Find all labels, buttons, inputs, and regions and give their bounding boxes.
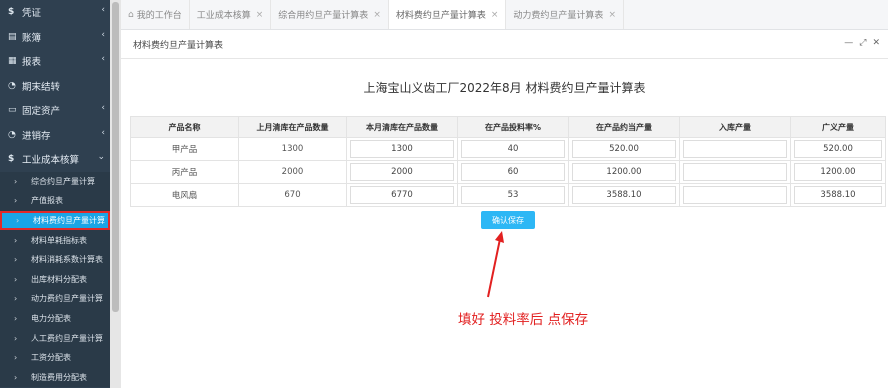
chevron-right-icon: › — [14, 333, 18, 343]
sidebar-subitem[interactable]: › 动力费约旦产量计算 — [0, 289, 110, 309]
tab-power[interactable]: 动力费约旦产量计算表 × — [506, 0, 624, 29]
chevron-left-icon: ‹ — [101, 29, 105, 40]
sidebar-item-fixed-assets[interactable]: ▭ 固定资产 ‹ — [0, 98, 110, 123]
chevron-down-icon: ⌄ — [97, 152, 105, 162]
sidebar: $ 凭证 ‹ ▤ 账簿 ‹ ▦ 报表 ‹ ◔ 期末结转 ▭ 固定资产 ‹ ◔ 进销存 ‹ $ 工业成本核… — [0, 0, 110, 388]
panel-title: 材料费约旦产量计算表 — [133, 40, 224, 51]
home-icon: ⌂ — [128, 9, 134, 20]
sidebar-subitem[interactable]: › 综合约旦产量计算 — [0, 172, 110, 192]
sidebar-subitem-label: 电力分配表 — [31, 313, 71, 323]
tab-material[interactable]: 材料费约旦产量计算表 × — [388, 0, 507, 29]
tab-industrial-cost[interactable]: 工业成本核算 × — [190, 0, 272, 29]
chevron-left-icon: ‹ — [101, 127, 105, 138]
chevron-right-icon: › — [14, 313, 18, 323]
annotation-text: 填好 投料率后 点保存 — [458, 312, 589, 328]
sidebar-item-period-end[interactable]: ◔ 期末结转 — [0, 74, 110, 99]
sidebar-subitem-label: 制造费用分配表 — [31, 372, 87, 382]
chevron-left-icon: ‹ — [101, 5, 105, 15]
chevron-right-icon: › — [14, 294, 18, 304]
sidebar-item-voucher[interactable]: $ 凭证 ‹ — [0, 0, 110, 25]
sidebar-item-label: 账簿 — [22, 32, 42, 44]
chevron-right-icon: › — [14, 176, 18, 186]
close-icon[interactable]: × — [256, 10, 264, 20]
sidebar-item-reports[interactable]: ▦ 报表 ‹ — [0, 49, 110, 74]
chevron-right-icon: › — [16, 215, 20, 225]
sidebar-subitem-label: 工资分配表 — [31, 353, 71, 363]
chevron-right-icon: › — [14, 235, 18, 245]
tab-label: 工业成本核算 — [196, 11, 251, 21]
sidebar-item-label: 固定资产 — [22, 106, 61, 118]
sidebar-subitem-label: 综合约旦产量计算 — [31, 176, 95, 186]
close-icon[interactable]: × — [608, 10, 616, 20]
ledger-icon: ▤ — [8, 31, 17, 42]
sidebar-subitem-label: 材料费约旦产量计算 — [33, 215, 105, 225]
tab-home[interactable]: ⌂ 我的工作台 — [121, 0, 190, 29]
dollar-icon: $ — [8, 7, 15, 18]
chevron-right-icon: › — [14, 353, 18, 363]
sidebar-subitem-label: 材料消耗系数计算表 — [31, 255, 103, 265]
tab-label: 我的工作台 — [136, 11, 182, 21]
tab-label: 动力费约旦产量计算表 — [513, 11, 604, 21]
chevron-left-icon: ‹ — [101, 54, 105, 64]
close-icon[interactable]: ✕ — [872, 38, 880, 48]
sidebar-subitem[interactable]: › 制造费用分配表 — [0, 367, 110, 387]
tab-label: 综合用约旦产量计算表 — [278, 11, 369, 21]
chevron-right-icon: › — [14, 274, 18, 284]
sidebar-subitem-label: 材料单耗指标表 — [31, 235, 87, 245]
sidebar-item-ledger[interactable]: ▤ 账簿 ‹ — [0, 25, 110, 50]
sidebar-item-label: 报表 — [22, 57, 42, 69]
sidebar-item-inventory[interactable]: ◔ 进销存 ‹ — [0, 123, 110, 148]
sidebar-item-label: 期末结转 — [22, 81, 61, 93]
panel-header: 材料费约旦产量计算表 — ⤢ ✕ — [121, 30, 888, 59]
tab-composite[interactable]: 综合用约旦产量计算表 × — [271, 0, 389, 29]
minimize-icon[interactable]: — — [844, 38, 853, 48]
dollar-icon: $ — [8, 154, 15, 165]
sidebar-subitem[interactable]: › 电力分配表 — [0, 309, 110, 329]
sidebar-subitem[interactable]: › 产值报表 — [0, 191, 110, 211]
tab-label: 材料费约旦产量计算表 — [395, 11, 486, 21]
sidebar-item-label: 凭证 — [22, 8, 42, 20]
tab-bar: ⌂ 我的工作台 工业成本核算 × 综合用约旦产量计算表 × 材料费约旦产量计算表 × 动… — [121, 0, 888, 30]
sidebar-subitem-active[interactable]: › 材料费约旦产量计算 — [0, 210, 110, 231]
sidebar-submenu: › 综合约旦产量计算 › 产值报表 › 材料费约旦产量计算 › 材料单耗指标表 › 材料消… — [0, 171, 110, 388]
clock-icon: ◔ — [8, 80, 16, 91]
sidebar-subitem[interactable]: › 人工费约旦产量计算 — [0, 328, 110, 348]
sidebar-subitem-label: 产值报表 — [31, 196, 63, 206]
close-icon[interactable]: × — [491, 10, 499, 20]
sidebar-subitem-label: 动力费约旦产量计算 — [31, 294, 103, 304]
chevron-right-icon: › — [14, 372, 18, 382]
chevron-left-icon: ‹ — [101, 103, 105, 113]
sidebar-subitem[interactable]: › 材料消耗系数计算表 — [0, 250, 110, 270]
close-icon[interactable]: × — [373, 10, 381, 20]
monitor-icon: ▭ — [8, 105, 17, 116]
sidebar-subitem-label: 出库材料分配表 — [31, 274, 87, 284]
main-content: 上海宝山义齿工厂2022年8月 材料费约旦产量计算表 产品名称 上月清库在产品数… — [121, 59, 888, 388]
report-icon: ▦ — [8, 56, 17, 67]
sidebar-subitem[interactable]: › 工资分配表 — [0, 348, 110, 368]
sidebar-item-label: 进销存 — [22, 130, 51, 142]
maximize-icon[interactable]: ⤢ — [859, 38, 866, 48]
sidebar-subitem[interactable]: › 材料单耗指标表 — [0, 230, 110, 250]
sidebar-item-label: 工业成本核算 — [22, 155, 80, 167]
chevron-right-icon: › — [14, 196, 18, 206]
clock-icon: ◔ — [8, 129, 16, 140]
chevron-right-icon: › — [14, 255, 18, 265]
sidebar-subitem-label: 人工费约旦产量计算 — [31, 333, 103, 343]
annotation-arrow — [487, 231, 504, 298]
sidebar-subitem[interactable]: › 出库材料分配表 — [0, 269, 110, 289]
sidebar-item-industrial-cost[interactable]: $ 工业成本核算 ⌄ — [0, 147, 110, 172]
sidebar-scrollbar-thumb[interactable] — [112, 2, 119, 312]
